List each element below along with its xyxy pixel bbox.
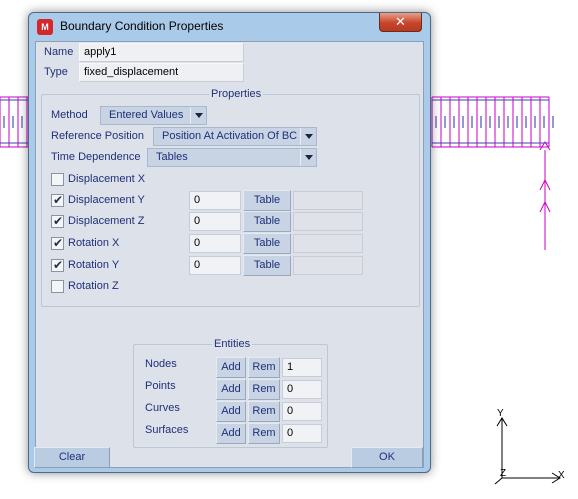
reference-position-select[interactable]: Position At Activation Of BC — [153, 127, 317, 146]
curves-label: Curves — [145, 402, 180, 414]
displacement-x-checkbox[interactable] — [51, 173, 64, 186]
axis-y-label: Y — [497, 408, 504, 419]
curves-count: 0 — [282, 402, 322, 421]
displacement-y-table-button[interactable]: Table — [243, 190, 291, 211]
nodes-rem-button[interactable]: Rem — [248, 357, 280, 378]
axis-x-label: X — [558, 470, 565, 481]
surfaces-label: Surfaces — [145, 424, 189, 436]
app-logo-icon: M — [37, 19, 53, 35]
title-bar[interactable]: M Boundary Condition Properties ✕ — [29, 13, 430, 41]
displacement-x-label: Displacement X — [68, 173, 146, 185]
nodes-add-button[interactable]: Add — [216, 357, 246, 378]
surfaces-add-button[interactable]: Add — [216, 423, 246, 444]
curves-rem-button[interactable]: Rem — [248, 401, 280, 422]
bc-arrow-marker — [539, 141, 551, 250]
rotation-x-checkbox[interactable]: ✔ — [51, 236, 64, 250]
rotation-x-table-field[interactable] — [293, 234, 363, 253]
rotation-x-table-button[interactable]: Table — [243, 233, 291, 254]
properties-group: Properties Method Entered Values Referen… — [41, 88, 420, 307]
chevron-down-icon — [300, 128, 316, 145]
nodes-label: Nodes — [145, 358, 177, 370]
type-label: Type — [44, 66, 68, 78]
points-count: 0 — [282, 380, 322, 399]
method-select[interactable]: Entered Values — [100, 106, 207, 125]
window-title: Boundary Condition Properties — [60, 19, 224, 33]
ok-button[interactable]: OK — [351, 447, 423, 468]
displacement-y-table-field[interactable] — [293, 191, 363, 210]
name-label: Name — [44, 46, 74, 58]
points-label: Points — [145, 380, 176, 392]
curves-add-button[interactable]: Add — [216, 401, 246, 422]
rotation-y-table-field[interactable] — [293, 256, 363, 275]
rotation-x-value[interactable]: 0 — [189, 234, 241, 253]
chevron-down-icon — [190, 107, 206, 124]
displacement-y-value[interactable]: 0 — [189, 191, 241, 210]
surfaces-count: 0 — [282, 424, 322, 443]
time-dependence-select[interactable]: Tables — [147, 148, 317, 167]
reference-position-value: Position At Activation Of BC — [162, 130, 298, 142]
name-field[interactable]: apply1 — [79, 43, 244, 62]
time-dependence-label: Time Dependence — [51, 151, 141, 163]
mesh-right — [431, 96, 554, 148]
dialog-body: Name apply1 Type fixed_displacement Prop… — [35, 41, 424, 468]
chevron-down-icon — [300, 149, 316, 166]
displacement-z-value[interactable]: 0 — [189, 212, 241, 231]
type-field: fixed_displacement — [79, 63, 244, 82]
rotation-y-table-button[interactable]: Table — [243, 255, 291, 276]
points-rem-button[interactable]: Rem — [248, 379, 280, 400]
properties-group-title: Properties — [209, 88, 264, 100]
boundary-condition-dialog: M Boundary Condition Properties ✕ Name a… — [28, 12, 431, 473]
displacement-y-label: Displacement Y — [68, 194, 145, 206]
close-button[interactable]: ✕ — [379, 13, 422, 32]
points-add-button[interactable]: Add — [216, 379, 246, 400]
rotation-z-label: Rotation Z — [68, 280, 119, 292]
displacement-z-checkbox[interactable]: ✔ — [51, 214, 64, 228]
displacement-z-table-button[interactable]: Table — [243, 211, 291, 232]
rotation-y-value[interactable]: 0 — [189, 256, 241, 275]
entities-group-title: Entities — [212, 338, 253, 350]
method-label: Method — [51, 109, 88, 121]
time-dependence-value: Tables — [156, 151, 188, 163]
displacement-y-checkbox[interactable]: ✔ — [51, 193, 64, 207]
entities-group: Entities Nodes Add Rem 1 Points Add Rem … — [133, 338, 328, 448]
displacement-z-label: Displacement Z — [68, 215, 145, 227]
nodes-count: 1 — [282, 358, 322, 377]
rotation-x-label: Rotation X — [68, 237, 120, 249]
clear-button[interactable]: Clear — [34, 447, 110, 468]
method-select-value: Entered Values — [109, 109, 184, 121]
displacement-z-table-field[interactable] — [293, 212, 363, 231]
mesh-left — [0, 96, 32, 148]
reference-position-label: Reference Position — [51, 130, 144, 142]
surfaces-rem-button[interactable]: Rem — [248, 423, 280, 444]
axis-z-label: Z — [500, 468, 506, 479]
rotation-y-label: Rotation Y — [68, 259, 120, 271]
rotation-z-checkbox[interactable] — [51, 280, 64, 293]
rotation-y-checkbox[interactable]: ✔ — [51, 258, 64, 272]
